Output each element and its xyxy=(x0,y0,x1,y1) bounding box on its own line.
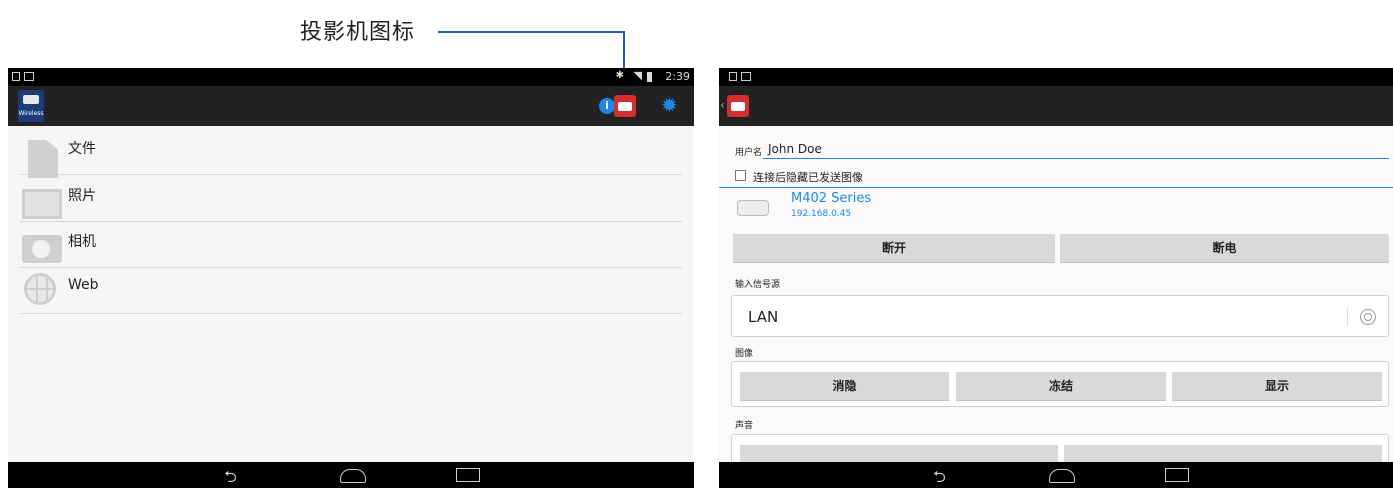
input-source-select[interactable]: LAN xyxy=(731,295,1389,337)
home-icon[interactable] xyxy=(340,469,366,483)
status-bar xyxy=(719,68,1393,86)
projector-button[interactable] xyxy=(614,95,636,117)
list-item-file[interactable]: 文件 xyxy=(20,128,682,178)
back-caret-icon[interactable]: ‹ xyxy=(720,98,725,112)
list-item-label: 相机 xyxy=(68,234,96,250)
show-button[interactable]: 显示 xyxy=(1172,372,1382,401)
action-bar: ‹ xyxy=(719,86,1393,126)
blank-button[interactable]: 消隐 xyxy=(740,372,949,401)
hide-after-connect-label: 连接后隐藏已发送图像 xyxy=(753,171,863,184)
right-device-screen: ‹ 用户名 John Doe 连接后隐藏已发送图像 M402 Series 19… xyxy=(719,68,1393,488)
projector-icon xyxy=(23,95,39,104)
screenshot-icon xyxy=(24,72,34,81)
projector-button[interactable] xyxy=(727,95,749,117)
clock: 2:39 xyxy=(665,70,690,83)
hide-after-connect-checkbox[interactable] xyxy=(735,170,746,181)
device-name: M402 Series xyxy=(791,191,872,206)
username-label: 用户名 xyxy=(735,148,763,158)
camera-lens xyxy=(32,240,50,258)
list-item-label: 照片 xyxy=(68,188,96,204)
status-bar: ✱ ◥ 2:39 xyxy=(8,68,694,86)
username-value: John Doe xyxy=(768,142,822,156)
info-icon[interactable]: i xyxy=(599,98,615,114)
select-divider xyxy=(1347,308,1348,326)
screenshot-icon xyxy=(741,72,751,81)
dropdown-icon-inner xyxy=(1364,313,1372,321)
notification-icon xyxy=(729,72,737,81)
projector-icon xyxy=(731,102,745,111)
disconnect-button[interactable]: 断开 xyxy=(733,234,1055,263)
image-controls-panel: 消隐 冻结 显示 xyxy=(731,361,1389,407)
file-icon xyxy=(28,140,58,178)
list-item-label: Web xyxy=(68,277,99,293)
list-item-web[interactable]: Web xyxy=(20,267,682,314)
wifi-icon: ◥ xyxy=(633,69,642,82)
projector-icon-callout-label: 投影机图标 xyxy=(300,20,416,45)
image-section-label: 图像 xyxy=(735,349,754,359)
dropdown-icon xyxy=(1360,309,1376,325)
back-icon[interactable]: ⮌ xyxy=(224,466,237,488)
callout-line xyxy=(438,31,625,33)
navigation-bar: ⮌ xyxy=(8,462,694,488)
navigation-bar: ⮌ xyxy=(719,462,1393,488)
list-item-label: 文件 xyxy=(68,141,96,157)
username-field[interactable]: John Doe xyxy=(763,140,1389,159)
power-off-button[interactable]: 断电 xyxy=(1060,234,1389,263)
home-icon[interactable] xyxy=(1049,469,1075,483)
app-logo: Wireless xyxy=(18,90,44,122)
back-icon[interactable]: ⮌ xyxy=(933,466,946,488)
app-logo-text: Wireless xyxy=(18,110,44,117)
list-item-camera[interactable]: 相机 xyxy=(20,221,682,268)
bluetooth-icon: ✱ xyxy=(615,70,624,81)
action-bar: Wireless i ✹ xyxy=(8,86,694,126)
device-row[interactable]: M402 Series 192.168.0.45 xyxy=(719,189,1393,227)
camera-icon xyxy=(22,235,62,263)
photo-icon xyxy=(22,189,62,219)
globe-icon xyxy=(24,273,56,305)
audio-section-label: 声音 xyxy=(735,421,754,431)
notification-icon xyxy=(12,72,20,81)
freeze-button[interactable]: 冻结 xyxy=(956,372,1166,401)
divider xyxy=(719,187,1393,188)
list-item-photo[interactable]: 照片 xyxy=(20,175,682,222)
left-device-screen: ✱ ◥ 2:39 Wireless i ✹ 文件 照片 相机 Web ⮌ xyxy=(8,68,694,488)
globe-equator xyxy=(27,288,53,290)
device-ip: 192.168.0.45 xyxy=(791,209,852,219)
projector-device-icon xyxy=(737,200,769,216)
input-source-value: LAN xyxy=(748,308,779,326)
recent-apps-icon[interactable] xyxy=(456,468,480,482)
battery-icon xyxy=(647,72,652,82)
input-source-label: 输入信号源 xyxy=(735,280,781,290)
recent-apps-icon[interactable] xyxy=(1165,468,1189,482)
projector-icon xyxy=(618,102,632,111)
gear-icon[interactable]: ✹ xyxy=(661,94,678,116)
